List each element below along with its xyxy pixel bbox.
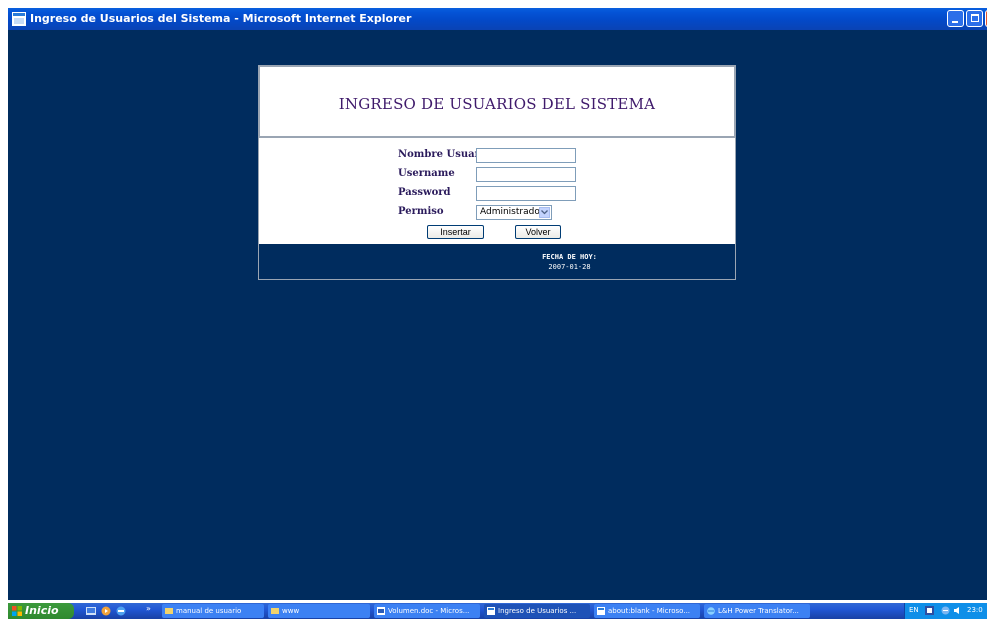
taskbar-item-label: Volumen.doc - Micros... xyxy=(388,607,470,615)
password-label: Password xyxy=(398,187,451,198)
network-icon[interactable] xyxy=(941,606,950,615)
browser-viewport: INGRESO DE USUARIOS DEL SISTEMA Nombre U… xyxy=(8,30,987,600)
taskbar-item-manual[interactable]: manual de usuario xyxy=(162,604,264,618)
chevron-down-icon[interactable] xyxy=(539,207,550,218)
date-footer: FECHA DE HOY: 2007-01-28 xyxy=(258,244,736,280)
taskbar-item-label: about:blank - Microso... xyxy=(608,607,691,615)
internet-explorer-icon xyxy=(597,607,605,615)
permiso-label: Permiso xyxy=(398,206,444,217)
volume-icon[interactable] xyxy=(953,606,962,615)
page-title: INGRESO DE USUARIOS DEL SISTEMA xyxy=(338,95,656,113)
window-title: Ingreso de Usuarios del Sistema - Micros… xyxy=(30,12,412,25)
taskbar: Inicio » manual de usuario www Volumen.d… xyxy=(8,603,987,619)
system-tray: EN 23:0 xyxy=(904,603,987,619)
media-player-icon[interactable] xyxy=(101,606,111,616)
internet-explorer-icon xyxy=(12,12,26,26)
volver-button[interactable]: Volver xyxy=(515,225,561,239)
password-input[interactable] xyxy=(476,186,576,201)
username-input[interactable] xyxy=(476,167,576,182)
start-label: Inicio xyxy=(25,604,59,617)
maximize-icon xyxy=(971,14,979,22)
taskbar-item-about-blank[interactable]: about:blank - Microso... xyxy=(594,604,700,618)
window-titlebar[interactable]: Ingreso de Usuarios del Sistema - Micros… xyxy=(8,8,987,30)
keyboard-icon[interactable] xyxy=(925,606,934,615)
internet-explorer-icon xyxy=(487,607,495,615)
clock[interactable]: 23:0 xyxy=(967,606,983,614)
taskbar-item-volumen-doc[interactable]: Volumen.doc - Micros... xyxy=(374,604,480,618)
language-indicator[interactable]: EN xyxy=(909,606,919,614)
taskbar-item-label: manual de usuario xyxy=(176,607,242,615)
header-box: INGRESO DE USUARIOS DEL SISTEMA xyxy=(258,65,736,138)
minimize-button[interactable] xyxy=(947,10,964,27)
taskbar-item-power-translator[interactable]: L&H Power Translator... xyxy=(704,604,810,618)
date-label: FECHA DE HOY: xyxy=(542,253,597,261)
quicklaunch-more-icon[interactable]: » xyxy=(146,604,151,613)
permiso-selected-value: Administrador xyxy=(480,207,544,217)
maximize-button[interactable] xyxy=(966,10,983,27)
taskbar-item-ingreso-usuarios[interactable]: Ingreso de Usuarios ... xyxy=(484,604,590,618)
internet-explorer-quicklaunch-icon[interactable] xyxy=(116,606,126,616)
show-desktop-icon[interactable] xyxy=(86,606,96,616)
nombre-usuario-input[interactable] xyxy=(476,148,576,163)
taskbar-item-label: Ingreso de Usuarios ... xyxy=(498,607,577,615)
login-form: Nombre Usuario Username Password Permiso… xyxy=(258,138,736,244)
taskbar-item-www[interactable]: www xyxy=(268,604,370,618)
windows-flag-icon xyxy=(12,606,22,616)
date-value: 2007-01-28 xyxy=(548,263,591,271)
start-button[interactable]: Inicio xyxy=(8,603,74,619)
insertar-button[interactable]: Insertar xyxy=(427,225,484,239)
username-label: Username xyxy=(398,168,455,179)
taskbar-item-label: www xyxy=(282,607,300,615)
permiso-select[interactable]: Administrador xyxy=(476,205,552,220)
folder-icon xyxy=(165,608,173,614)
word-document-icon xyxy=(377,607,385,615)
folder-icon xyxy=(271,608,279,614)
taskbar-item-label: L&H Power Translator... xyxy=(718,607,799,615)
minimize-icon xyxy=(952,21,958,23)
login-panel: INGRESO DE USUARIOS DEL SISTEMA Nombre U… xyxy=(258,65,736,280)
globe-icon xyxy=(707,607,715,615)
